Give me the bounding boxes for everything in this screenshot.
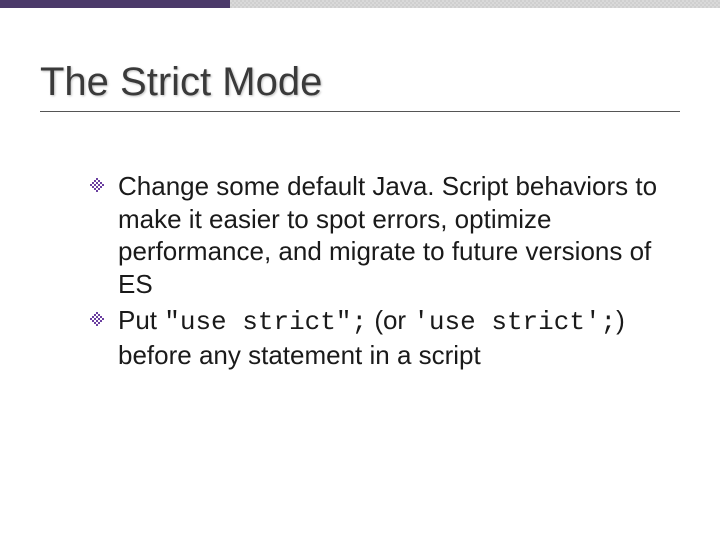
bullet-text: Put "use strict"; (or 'use strict';) bef… [118, 305, 625, 370]
diamond-bullet-icon [90, 178, 104, 192]
list-item: Change some default Java. Script behavio… [90, 170, 660, 300]
text-span: Put [118, 305, 164, 335]
pattern-bar [230, 0, 720, 8]
code-span: "use strict"; [164, 307, 367, 337]
slide-title: The Strict Mode [40, 60, 680, 111]
accent-bar [0, 0, 230, 8]
bullet-list: Change some default Java. Script behavio… [90, 170, 660, 371]
text-span: Change some default Java. Script behavio… [118, 171, 657, 299]
list-item: Put "use strict"; (or 'use strict';) bef… [90, 304, 660, 371]
code-span: 'use strict'; [413, 307, 616, 337]
slide-body: Change some default Java. Script behavio… [90, 170, 660, 375]
text-span: (or [367, 305, 413, 335]
diamond-bullet-icon [90, 312, 104, 326]
title-area: The Strict Mode [40, 60, 680, 112]
slide: The Strict Mode Change some default Java… [0, 0, 720, 540]
top-strip [0, 0, 720, 8]
bullet-text: Change some default Java. Script behavio… [118, 171, 657, 299]
title-rule [40, 111, 680, 112]
